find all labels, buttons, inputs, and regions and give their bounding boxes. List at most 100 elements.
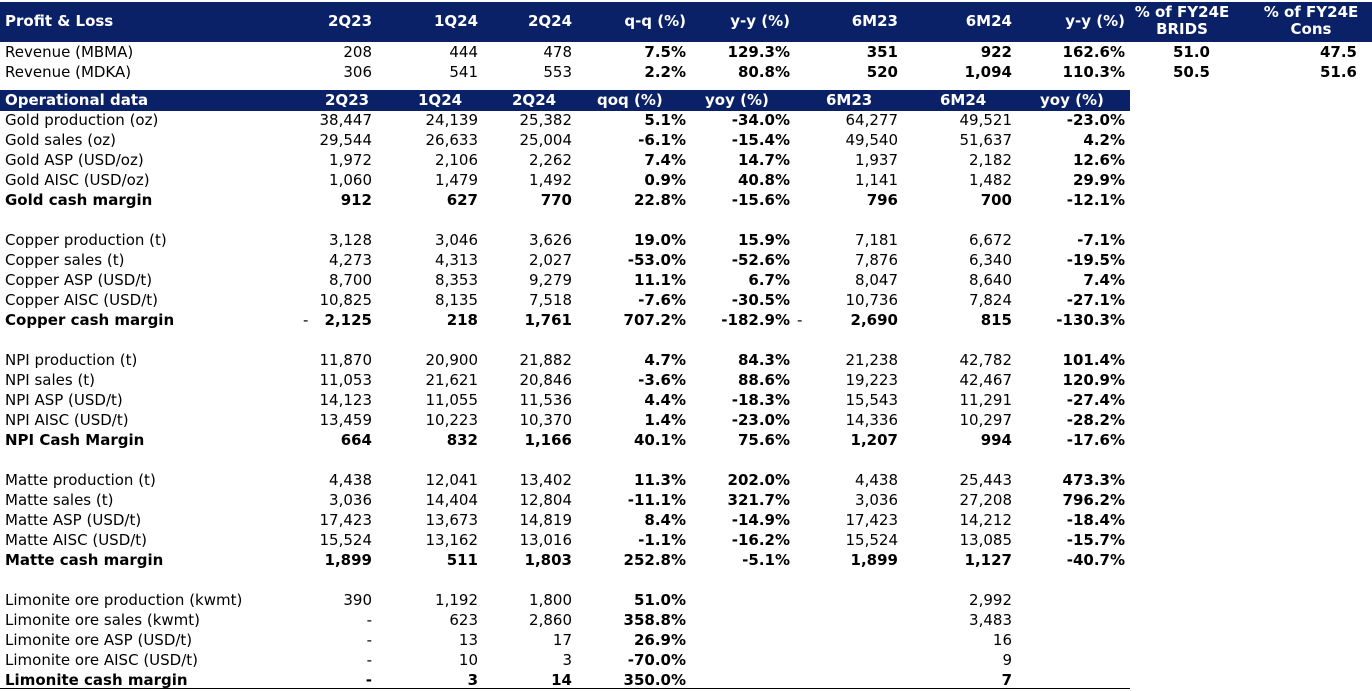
pl-row-value: 351 — [866, 43, 898, 61]
ops-row-value: -23.0% — [731, 411, 790, 429]
ops-header-col: 6M24 — [940, 91, 987, 109]
ops-row-value: 49,521 — [959, 111, 1013, 129]
ops-row-value: 1,937 — [855, 151, 898, 169]
pl-row-value: 208 — [343, 43, 372, 61]
ops-row-value: -28.2% — [1066, 411, 1125, 429]
ops-row-value: 2,860 — [529, 611, 572, 629]
ops-row-value: -34.0% — [731, 111, 790, 129]
ops-row-value: 14.7% — [737, 151, 790, 169]
ops-row-value: 10,297 — [959, 411, 1013, 429]
ops-row-value: 1,207 — [850, 431, 898, 449]
ops-row-value: 13,016 — [519, 531, 573, 549]
ops-row-value: -7.6% — [638, 291, 686, 309]
ops-row-value: 10,736 — [845, 291, 899, 309]
ops-row-label: Limonite ore ASP (USD/t) — [5, 631, 193, 649]
ops-row-value: -17.6% — [1066, 431, 1125, 449]
pl-row-value: 553 — [543, 63, 572, 81]
ops-row-value: -15.4% — [731, 131, 790, 149]
ops-row-value: 12,804 — [519, 491, 573, 509]
ops-row-value: 252.8% — [623, 551, 686, 569]
ops-row-value: 40.8% — [737, 171, 790, 189]
ops-header-title: Operational data — [5, 91, 149, 109]
ops-row-label: Matte cash margin — [5, 551, 164, 569]
pl-row-label: Revenue (MDKA) — [5, 63, 132, 81]
ops-row-value: -7.1% — [1077, 231, 1125, 249]
ops-row-value: 101.4% — [1062, 351, 1125, 369]
ops-row-value: -15.7% — [1066, 531, 1125, 549]
ops-row-value: 2,690 — [850, 311, 898, 329]
ops-row-value: 7.4% — [644, 151, 686, 169]
ops-row-value: 17 — [552, 631, 572, 649]
ops-row-value: -27.4% — [1066, 391, 1125, 409]
ops-row-value: 1,141 — [855, 171, 898, 189]
ops-row-value: 64,277 — [845, 111, 899, 129]
ops-row-value: 6.7% — [748, 271, 790, 289]
ops-row-value: 1.4% — [644, 411, 686, 429]
ops-row-value: 2,125 — [324, 311, 372, 329]
ops-row-label: NPI sales (t) — [5, 371, 96, 389]
ops-row-value: 14 — [551, 671, 572, 689]
ops-row-label: Matte production (t) — [5, 471, 156, 489]
ops-row-value: -19.5% — [1066, 251, 1125, 269]
ops-row-label: Copper cash margin — [5, 311, 175, 329]
ops-row-label: Matte ASP (USD/t) — [5, 511, 142, 529]
pl-row-value: 51.6 — [1319, 63, 1357, 81]
ops-row-label: NPI AISC (USD/t) — [5, 411, 129, 429]
ops-row-value: 9,279 — [529, 271, 572, 289]
ops-row-value: -52.6% — [731, 251, 790, 269]
ops-row-value: 390 — [343, 591, 372, 609]
ops-row-value: 4.2% — [1083, 131, 1125, 149]
pl-row-value: 306 — [343, 63, 372, 81]
ops-row-value: 1,060 — [329, 171, 372, 189]
ops-row-label: Copper sales (t) — [5, 251, 125, 269]
ops-row-value: 2,262 — [529, 151, 572, 169]
ops-row-value: -182.9% — [721, 311, 790, 329]
ops-header-col: yoy (%) — [1040, 91, 1104, 109]
ops-row-value: 51.0% — [633, 591, 686, 609]
ops-row-value: 25,004 — [519, 131, 573, 149]
ops-row-value: 5.1% — [644, 111, 686, 129]
ops-row-value: 49,540 — [845, 131, 899, 149]
ops-row-value: 202.0% — [727, 471, 790, 489]
ops-row-value: -30.5% — [731, 291, 790, 309]
ops-row-value: 2,992 — [969, 591, 1012, 609]
ops-row-value: 13,085 — [959, 531, 1013, 549]
pl-row-value: 520 — [866, 63, 898, 81]
ops-row-value: 2,027 — [529, 251, 572, 269]
ops-row-value: 11,536 — [519, 391, 573, 409]
ops-row-value: 350.0% — [623, 671, 686, 689]
ops-row-value: 15,524 — [319, 531, 373, 549]
ops-row-value: 321.7% — [727, 491, 790, 509]
ops-row-label: Copper AISC (USD/t) — [5, 291, 158, 309]
pl-header-col: y-y (%) — [1065, 12, 1125, 30]
pl-header-col-brids: % of FY24E BRIDS — [1134, 3, 1230, 38]
pl-header-col: 6M24 — [965, 12, 1012, 30]
pl-row-value: 50.5 — [1172, 63, 1210, 81]
ops-row-value: 3,036 — [855, 491, 898, 509]
ops-row-value: 1,127 — [964, 551, 1012, 569]
ops-row-value: 1,482 — [969, 171, 1012, 189]
ops-row-value: 14,336 — [845, 411, 899, 429]
ops-row-value: 1,803 — [524, 551, 572, 569]
ops-row-value: -16.2% — [731, 531, 790, 549]
ops-row-value: -15.6% — [731, 191, 790, 209]
ops-row-value: 815 — [980, 311, 1012, 329]
ops-row-value: 4.7% — [644, 351, 686, 369]
ops-row-value: -23.0% — [1066, 111, 1125, 129]
pl-row-value: 51.0 — [1172, 43, 1210, 61]
ops-row-value: - — [365, 671, 372, 689]
ops-row-value: 3,036 — [329, 491, 372, 509]
ops-row-label: Matte sales (t) — [5, 491, 114, 509]
ops-row-value: 12.6% — [1072, 151, 1125, 169]
ops-row-value: -40.7% — [1066, 551, 1125, 569]
ops-row-value: 1,800 — [529, 591, 572, 609]
ops-row-value: - — [366, 631, 372, 649]
ops-row-value: 40.1% — [633, 431, 686, 449]
ops-row-value: 15,524 — [845, 531, 899, 549]
ops-row-value: 20,846 — [519, 371, 573, 389]
ops-row-value: 1,899 — [850, 551, 898, 569]
ops-row-value: 15.9% — [737, 231, 790, 249]
ops-row-value: 912 — [340, 191, 372, 209]
pl-row-value: 1,094 — [964, 63, 1012, 81]
ops-row-value: 7,876 — [855, 251, 898, 269]
